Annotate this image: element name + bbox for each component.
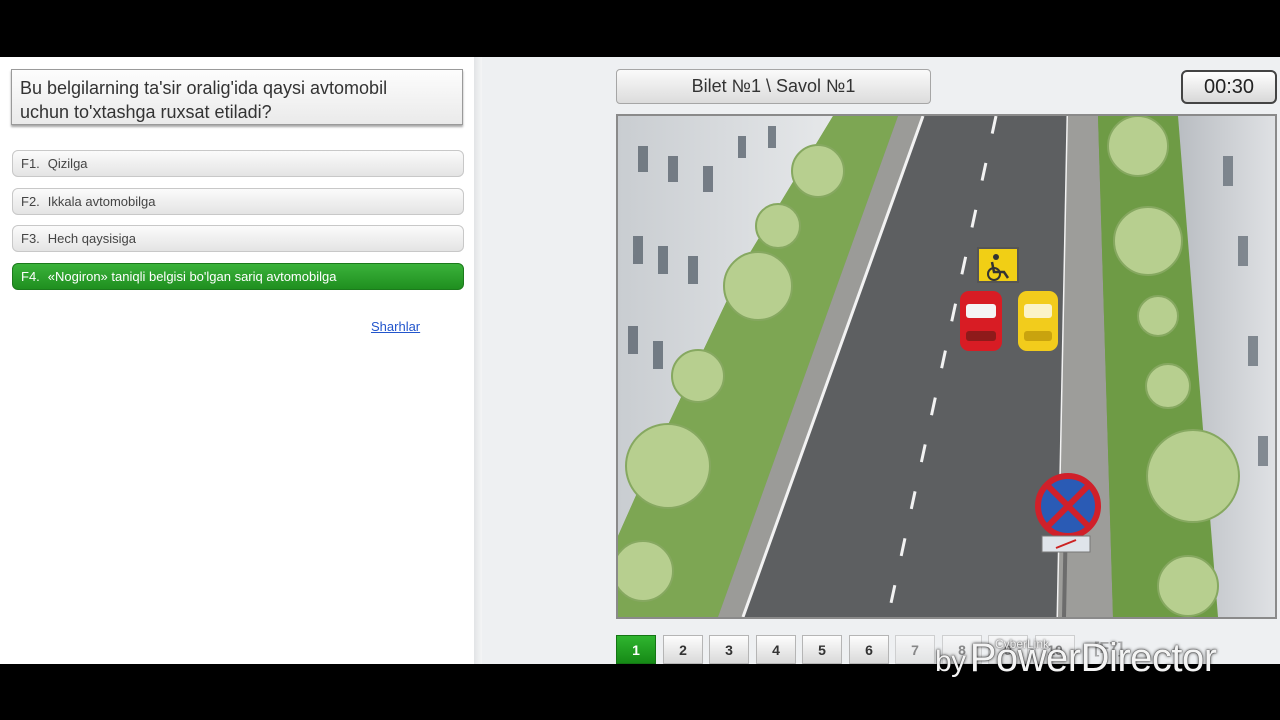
answer-key: F2. [21,194,40,209]
answer-f2[interactable]: F2. Ikkala avtomobilga [12,188,464,215]
page-button-5[interactable]: 5 [802,635,842,664]
red-car [960,291,1002,351]
page-button-6[interactable]: 6 [849,635,889,664]
answer-f3[interactable]: F3. Hech qaysisiga [12,225,464,252]
panel-divider [474,57,482,664]
street-scene-illustration [618,116,1275,617]
answer-key: F3. [21,231,40,246]
question-illustration [616,114,1277,619]
answer-label: Qizilga [47,156,88,171]
page-button-7[interactable]: 7 [895,635,935,664]
watermark-brand: PowerDirector [969,636,1217,680]
answer-f1[interactable]: F1. Qizilga [12,150,464,177]
sharhlar-link[interactable]: Sharhlar [371,319,420,334]
answer-f4[interactable]: F4. «Nogiron» taniqli belgisi bo'lgan sar… [12,263,464,290]
answer-label: Hech qaysisiga [47,231,136,246]
question-line-1: Bu belgilarning ta'sir oralig'ida qaysi … [20,78,388,98]
answer-key: F1. [21,156,40,171]
watermark: by PowerDirector [935,636,1217,681]
answer-label: Ikkala avtomobilga [47,194,156,209]
question-text: Bu belgilarning ta'sir oralig'ida qaysi … [11,69,463,125]
timer: 00:30 [1181,70,1277,104]
yellow-car [1018,291,1058,351]
page-button-4[interactable]: 4 [756,635,796,664]
page-button-1[interactable]: 1 [616,635,656,664]
answer-key: F4. [21,269,40,284]
question-line-2: uchun to'xtashga ruxsat etiladi? [20,102,272,122]
disabled-parking-sign-icon [977,247,1019,283]
page-button-3[interactable]: 3 [709,635,749,664]
watermark-by: by [935,645,966,678]
answer-label: «Nogiron» taniqli belgisi bo'lgan sariq … [47,269,337,284]
page-button-2[interactable]: 2 [663,635,703,664]
ticket-title: Bilet №1 \ Savol №1 [616,69,931,104]
test-app: Bu belgilarning ta'sir oralig'ida qaysi … [0,57,1280,664]
question-panel: Bu belgilarning ta'sir oralig'ida qaysi … [0,57,475,664]
